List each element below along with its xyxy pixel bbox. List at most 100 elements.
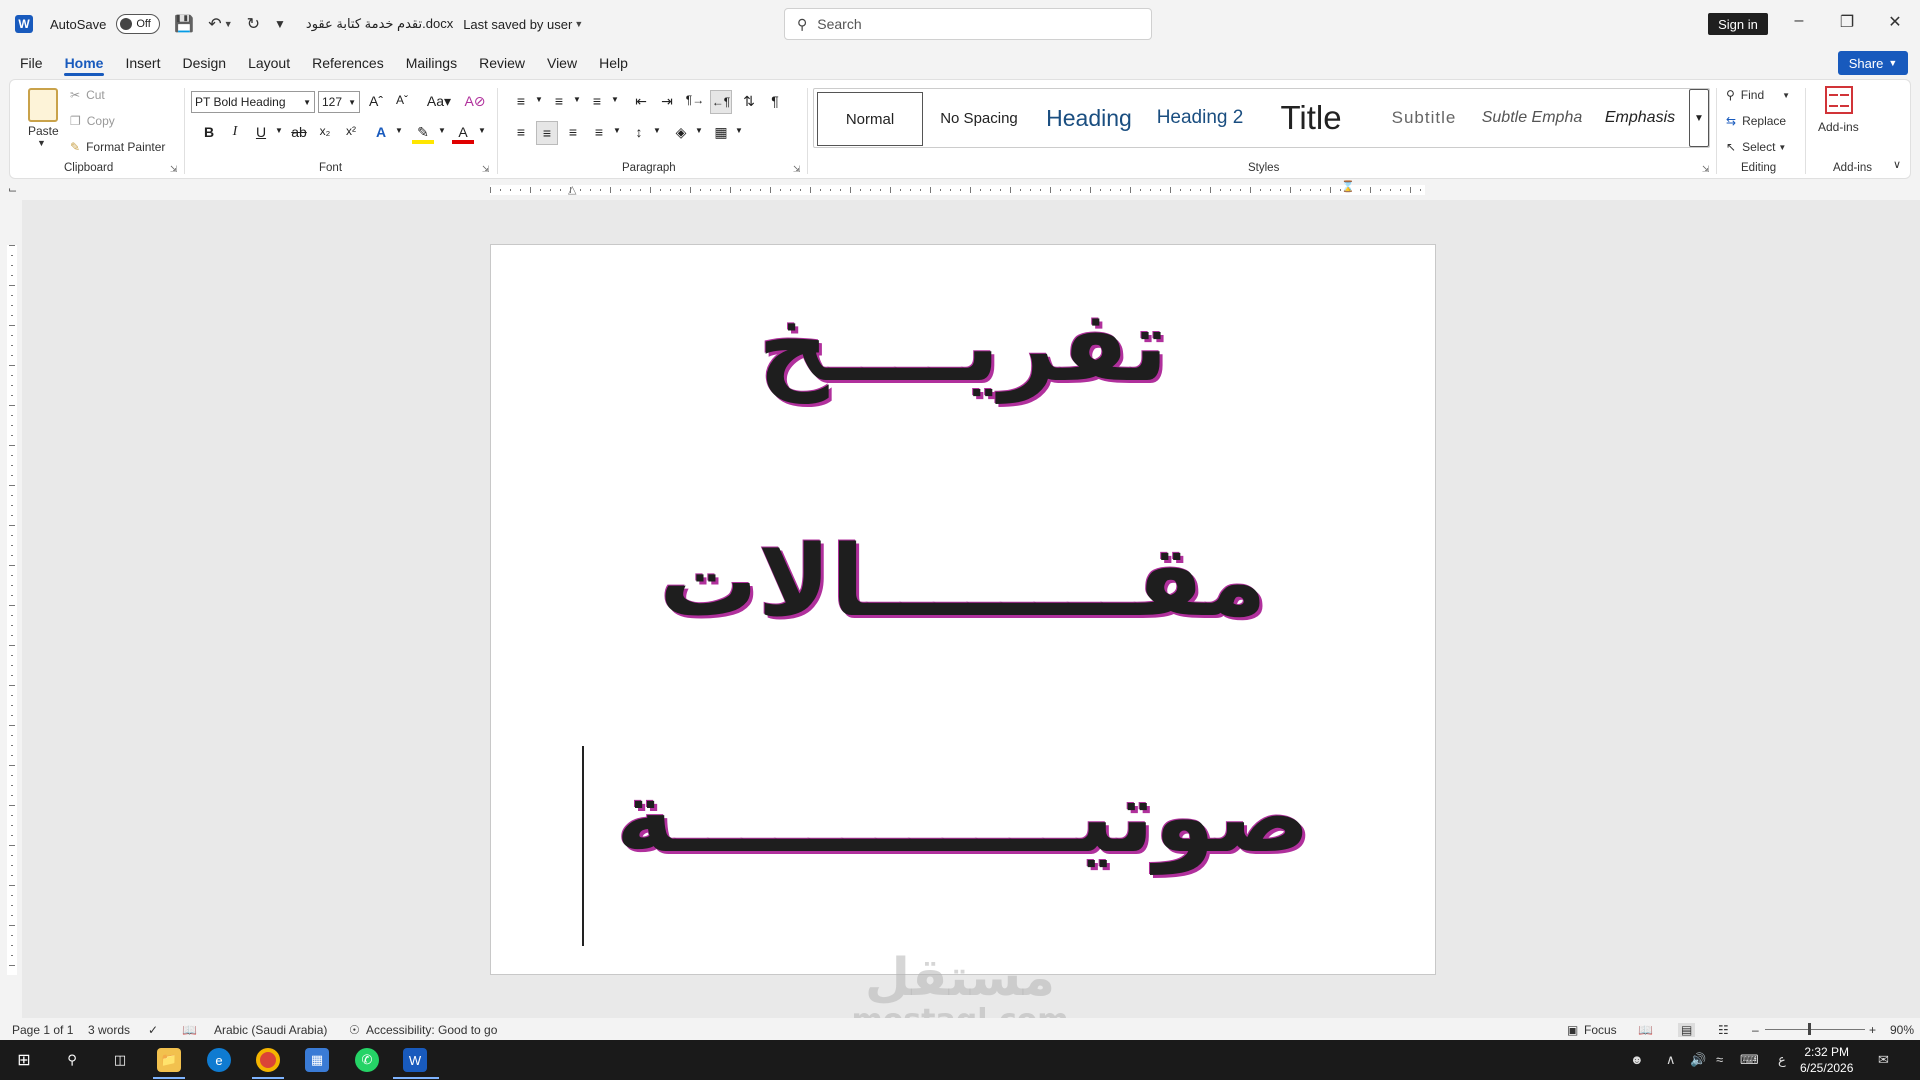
tab-design[interactable]: Design (171, 48, 237, 78)
style-subtle-emphasis[interactable]: Subtle Empha (1478, 89, 1586, 147)
paste-button[interactable]: Paste (28, 124, 59, 138)
customize-qat-icon[interactable]: ▼ (274, 17, 286, 31)
read-mode-icon[interactable]: 📖 (1638, 1023, 1653, 1037)
file-explorer-icon[interactable]: 📁 (157, 1048, 181, 1072)
calculator-icon[interactable]: ▦ (305, 1048, 329, 1072)
paragraph-launcher-icon[interactable]: ⇲ (793, 164, 801, 175)
undo-dropdown-icon[interactable]: ▼ (224, 19, 233, 29)
add-ins-icon[interactable] (1825, 86, 1853, 114)
align-center-icon[interactable]: ≡ (536, 121, 558, 145)
grow-font-icon[interactable]: Aˆ (365, 93, 387, 109)
zoom-level[interactable]: 90% (1890, 1023, 1914, 1037)
tab-view[interactable]: View (536, 48, 588, 78)
replace-button[interactable]: ⇆ Replace (1726, 114, 1786, 128)
zoom-slider-thumb[interactable] (1808, 1023, 1811, 1035)
print-layout-icon[interactable]: ▤ (1678, 1023, 1696, 1037)
keyboard-icon[interactable]: ⌨ (1740, 1052, 1759, 1068)
align-right-icon[interactable]: ≡ (562, 124, 584, 140)
tab-home[interactable]: Home (54, 48, 115, 78)
change-case-icon[interactable]: Aa▾ (422, 93, 456, 110)
strikethrough-icon[interactable]: ab (288, 124, 310, 140)
page-count[interactable]: Page 1 of 1 (12, 1023, 73, 1037)
read-aloud-icon[interactable]: 📖 (182, 1023, 197, 1037)
style-heading[interactable]: Heading (1034, 89, 1144, 147)
styles-more-chevron-icon[interactable]: ▼ (1689, 89, 1709, 147)
multilevel-dropdown-icon[interactable]: ▼ (604, 95, 626, 104)
tab-review[interactable]: Review (468, 48, 536, 78)
highlight-dropdown-icon[interactable]: ▼ (431, 126, 453, 135)
style-title[interactable]: Title (1256, 89, 1366, 147)
bold-icon[interactable]: B (198, 124, 220, 140)
italic-icon[interactable]: I (224, 124, 246, 140)
restore-icon[interactable]: ❐ (1835, 12, 1859, 32)
superscript-icon[interactable]: x² (340, 124, 362, 138)
zoom-slider[interactable] (1765, 1029, 1865, 1030)
notifications-icon[interactable]: ✉ (1878, 1052, 1889, 1068)
tab-selector-icon[interactable]: ⌙ (8, 183, 17, 196)
style-subtitle[interactable]: Subtitle (1370, 89, 1478, 147)
font-color-dropdown-icon[interactable]: ▼ (471, 126, 493, 135)
bullets-dropdown-icon[interactable]: ▼ (528, 95, 550, 104)
language-indicator[interactable]: Arabic (Saudi Arabia) (214, 1023, 327, 1037)
zoom-in-icon[interactable]: + (1869, 1023, 1876, 1037)
right-indent-marker-icon[interactable]: ⌛ (1341, 180, 1355, 193)
paste-dropdown-icon[interactable]: ▼ (37, 138, 46, 148)
save-icon[interactable]: 💾 (174, 14, 194, 34)
proofing-icon[interactable]: ✓ (148, 1023, 158, 1037)
find-button[interactable]: ⚲ Find ▼ (1726, 88, 1790, 102)
font-size-select[interactable]: 127 ▼ (318, 91, 360, 113)
minimize-icon[interactable]: – (1787, 12, 1811, 30)
format-painter-button[interactable]: ✎ Format Painter (70, 140, 165, 154)
sign-in-button[interactable]: Sign in (1708, 13, 1768, 35)
ltr-direction-icon[interactable]: ¶→ (684, 93, 706, 107)
volume-icon[interactable]: 🔊 (1690, 1052, 1706, 1068)
paste-icon[interactable] (28, 88, 58, 122)
wifi-icon[interactable]: ≈ (1716, 1052, 1723, 1067)
increase-indent-icon[interactable]: ⇥ (656, 93, 678, 110)
text-effects-dropdown-icon[interactable]: ▼ (388, 126, 410, 135)
people-icon[interactable]: ☻ (1630, 1052, 1644, 1067)
input-language[interactable]: ع (1778, 1052, 1786, 1068)
add-ins-button[interactable]: Add-ins (1818, 120, 1859, 134)
tab-help[interactable]: Help (588, 48, 639, 78)
tab-file[interactable]: File (9, 48, 54, 78)
align-left-icon[interactable]: ≡ (510, 124, 532, 140)
document-page[interactable]: تفريــــخ مقــــــــالات صوتيـــــــــــ… (490, 244, 1436, 975)
sort-icon[interactable]: ⇅ (738, 93, 760, 110)
document-line-2[interactable]: مقــــــــالات (491, 522, 1435, 642)
horizontal-ruler[interactable]: ⌙ △ ⌛ (0, 180, 1920, 200)
left-indent-marker-icon[interactable]: △ (568, 183, 576, 196)
tab-mailings[interactable]: Mailings (395, 48, 468, 78)
undo-icon[interactable]: ↶ (208, 14, 221, 34)
document-line-3[interactable]: صوتيــــــــــــة (491, 753, 1435, 883)
document-line-1[interactable]: تفريــــخ (491, 287, 1435, 407)
style-heading-2[interactable]: Heading 2 (1148, 89, 1252, 147)
collapse-ribbon-chevron-icon[interactable]: ∨ (1893, 158, 1901, 171)
show-formatting-marks-icon[interactable]: ¶ (764, 93, 786, 109)
redo-icon[interactable]: ↻ (247, 14, 260, 34)
line-spacing-dropdown-icon[interactable]: ▼ (646, 126, 668, 135)
tab-insert[interactable]: Insert (114, 48, 171, 78)
focus-button[interactable]: Focus (1584, 1023, 1617, 1037)
decrease-indent-icon[interactable]: ⇤ (630, 93, 652, 110)
close-icon[interactable]: ✕ (1883, 12, 1907, 32)
document-title[interactable]: تقدم خدمة كتابة عقود.docx (306, 16, 453, 32)
rtl-direction-icon[interactable]: ←¶ (710, 90, 732, 114)
windows-start-icon[interactable]: ⊞ (12, 1048, 36, 1072)
word-taskbar-icon[interactable]: W (403, 1048, 427, 1072)
clear-formatting-icon[interactable]: A⊘ (464, 93, 486, 110)
tab-layout[interactable]: Layout (237, 48, 301, 78)
vertical-ruler[interactable] (0, 245, 22, 975)
copy-button[interactable]: ❐ Copy (70, 114, 115, 128)
search-taskbar-icon[interactable]: ⚲ (60, 1048, 84, 1072)
whatsapp-icon[interactable]: ✆ (355, 1048, 379, 1072)
web-layout-icon[interactable]: ☷ (1718, 1023, 1729, 1037)
style-emphasis[interactable]: Emphasis (1590, 89, 1690, 147)
search-input[interactable]: ⚲ Search (784, 8, 1152, 40)
style-no-spacing[interactable]: No Spacing (928, 89, 1030, 147)
tray-chevron-icon[interactable]: ∧ (1666, 1052, 1676, 1068)
clipboard-launcher-icon[interactable]: ⇲ (170, 164, 178, 175)
share-button[interactable]: Share ▼ (1838, 51, 1908, 75)
numbering-dropdown-icon[interactable]: ▼ (566, 95, 588, 104)
task-view-icon[interactable]: ◫ (108, 1048, 132, 1072)
